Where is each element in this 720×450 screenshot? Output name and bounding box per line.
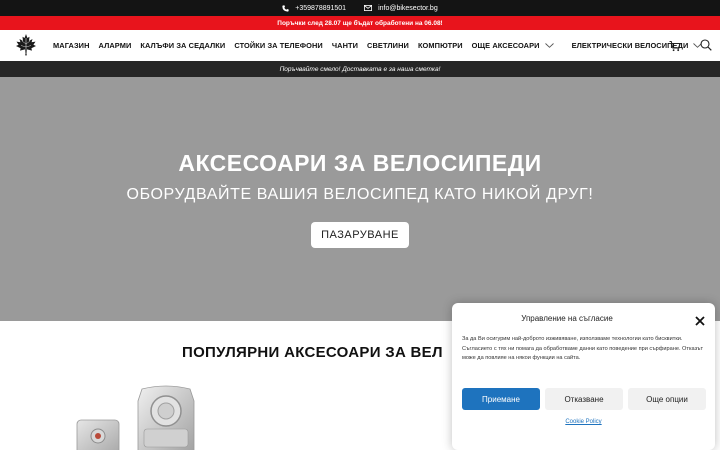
hero-banner: АКСЕСОАРИ ЗА ВЕЛОСИПЕДИ ОБОРУДВАЙТЕ ВАШИ… [0, 77, 720, 321]
consent-description: За да Ви осигурим най-доброто изживяване… [462, 336, 704, 362]
nav-item-label: КАЛЪФИ ЗА СЕДАЛКИ [140, 41, 226, 50]
nav-item-label: СТОЙКИ ЗА ТЕЛЕФОНИ [234, 41, 323, 50]
nav-item-label: ОЩЕ АКСЕСОАРИ [471, 41, 540, 50]
maple-leaf-logo[interactable] [14, 33, 38, 57]
nav-item-e-bikes[interactable]: ЕЛЕКТРИЧЕСКИ ВЕЛОСИПЕДИ [572, 41, 703, 50]
hero-subtitle: ОБОРУДВАЙТЕ ВАШИЯ ВЕЛОСИПЕД КАТО НИКОЙ Д… [126, 186, 594, 203]
product-image-alarm-large[interactable] [136, 385, 196, 450]
nav-item-shop[interactable]: МАГАЗИН [53, 41, 90, 50]
phone-number: +359878891501 [295, 4, 347, 12]
nav-item-more-accessories[interactable]: ОЩЕ АКСЕСОАРИ [472, 41, 554, 50]
cookie-consent-dialog: Управление на съгласие За да Ви осигурим… [452, 303, 715, 450]
close-icon[interactable] [695, 313, 705, 326]
chevron-down-icon [544, 41, 554, 50]
cookie-policy-link[interactable]: Cookie Policy [452, 419, 715, 425]
nav-item-bags[interactable]: ЧАНТИ [332, 41, 358, 50]
accept-button[interactable]: Приемане [462, 388, 540, 410]
email-address: info@bikesector.bg [378, 4, 438, 12]
nav-item-alarms[interactable]: АЛАРМИ [99, 41, 132, 50]
envelope-icon [364, 5, 373, 11]
nav-item-label: МАГАЗИН [53, 41, 90, 50]
nav-item-label: КОМПЮТРИ [417, 41, 463, 50]
email-contact[interactable]: info@bikesector.bg [364, 5, 438, 12]
nav-menu: МАГАЗИН АЛАРМИ КАЛЪФИ ЗА СЕДАЛКИ СТОЙКИ … [53, 30, 711, 61]
phone-icon [282, 4, 289, 12]
consent-title: Управление на съгласие [521, 314, 613, 323]
order-notice-text: Поръчки след 28.07 ще бъдат обработени н… [277, 19, 443, 27]
cart-icon[interactable] [669, 39, 681, 52]
free-shipping-bar: Поръчвайте смело! Доставката е за наша с… [0, 61, 720, 77]
nav-item-computers[interactable]: КОМПЮТРИ [418, 41, 463, 50]
hero-title: АКСЕСОАРИ ЗА ВЕЛОСИПЕДИ [178, 150, 542, 176]
product-image-alarm-small[interactable] [76, 418, 120, 450]
nav-item-lights[interactable]: СВЕТЛИНИ [367, 41, 409, 50]
deny-button[interactable]: Отказване [545, 388, 623, 410]
phone-contact[interactable]: +359878891501 [282, 5, 346, 12]
free-shipping-text: Поръчвайте смело! Доставката е за наша с… [279, 65, 441, 73]
order-notice-banner: Поръчки след 28.07 ще бъдат обработени н… [0, 16, 720, 30]
search-icon[interactable] [700, 38, 712, 51]
nav-item-label: СВЕТЛИНИ [367, 41, 409, 50]
nav-item-seat-covers[interactable]: КАЛЪФИ ЗА СЕДАЛКИ [140, 41, 225, 50]
nav-item-phone-mounts[interactable]: СТОЙКИ ЗА ТЕЛЕФОНИ [234, 41, 323, 50]
main-navigation: МАГАЗИН АЛАРМИ КАЛЪФИ ЗА СЕДАЛКИ СТОЙКИ … [0, 30, 720, 61]
nav-item-label: АЛАРМИ [98, 41, 132, 50]
nav-item-label: ЧАНТИ [331, 41, 359, 50]
popular-accessories-heading: ПОПУЛЯРНИ АКСЕСОАРИ ЗА ВЕЛ [182, 344, 443, 361]
top-contact-bar: +359878891501 info@bikesector.bg [0, 0, 720, 16]
shop-now-button[interactable]: ПАЗАРУВАНЕ [311, 222, 409, 248]
more-options-button[interactable]: Още опции [628, 388, 706, 410]
